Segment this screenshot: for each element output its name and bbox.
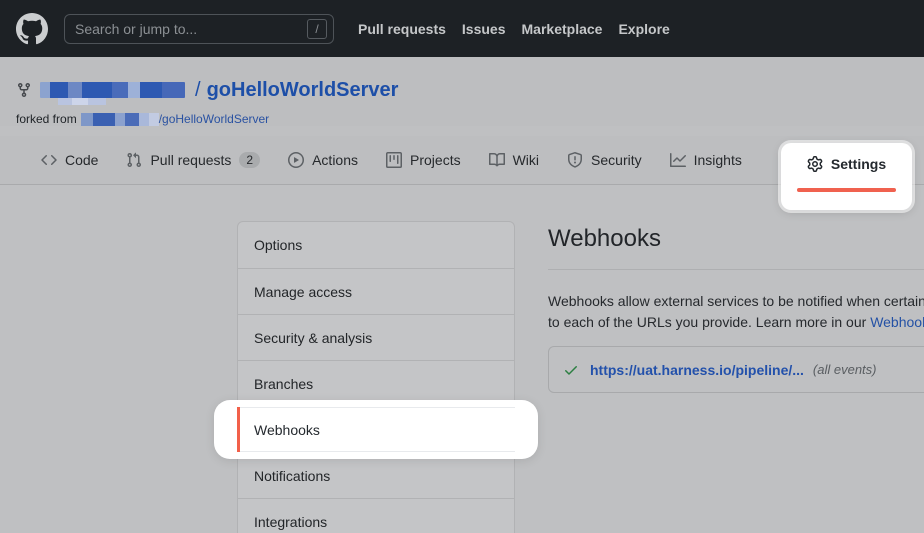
repo-forked-icon (16, 82, 32, 98)
gear-icon (807, 156, 823, 172)
repo-breadcrumb: / goHelloWorldServer (16, 77, 924, 103)
forked-from-label: forked from (16, 112, 77, 126)
page-title: Webhooks (548, 225, 924, 253)
pull-requests-count-badge: 2 (239, 152, 260, 168)
sidebar-item-webhooks[interactable]: Webhooks (238, 406, 514, 452)
forked-from-line: forked from /goHelloWorldServer (16, 112, 924, 126)
tab-label: Actions (312, 152, 358, 168)
tab-pull-requests[interactable]: Pull requests 2 (112, 136, 274, 184)
sidebar-item-label: Security & analysis (254, 330, 372, 346)
webhook-events-scope: (all events) (813, 362, 877, 377)
webhooks-panel: Webhooks Webhooks allow external service… (548, 196, 924, 393)
check-icon (563, 362, 579, 378)
tab-projects[interactable]: Projects (372, 136, 475, 184)
sidebar-item-label: Branches (254, 376, 313, 392)
project-icon (386, 152, 402, 168)
sidebar-item-label: Webhooks (254, 422, 320, 438)
webhook-url-link[interactable]: https://uat.harness.io/pipeline/... (590, 362, 804, 378)
nav-issues[interactable]: Issues (454, 21, 514, 37)
tab-label: Settings (831, 156, 886, 172)
book-icon (489, 152, 505, 168)
webhooks-guide-link[interactable]: Webhooks Guide (870, 314, 924, 330)
tab-security[interactable]: Security (553, 136, 656, 184)
tab-label: Insights (694, 152, 742, 168)
pull-request-icon (126, 152, 142, 168)
selected-item-marker (237, 407, 240, 452)
sidebar-item-options[interactable]: Options (238, 222, 514, 268)
repo-name-link[interactable]: goHelloWorldServer (207, 79, 399, 102)
webhooks-description: Webhooks allow external services to be n… (548, 291, 924, 333)
redacted-parent-owner (81, 113, 159, 126)
header-nav: Pull requests Issues Marketplace Explore (350, 21, 678, 37)
tab-label: Projects (410, 152, 461, 168)
slash-shortcut-key: / (307, 19, 327, 39)
tab-wiki[interactable]: Wiki (475, 136, 553, 184)
parent-repo-link[interactable]: /goHelloWorldServer (159, 112, 270, 126)
selected-tab-underline (797, 188, 896, 192)
tab-label: Pull requests (150, 152, 231, 168)
play-icon (288, 152, 304, 168)
global-search[interactable]: / (64, 14, 334, 44)
nav-pull-requests[interactable]: Pull requests (350, 21, 454, 37)
tab-label: Security (591, 152, 642, 168)
sidebar-item-label: Options (254, 237, 302, 253)
settings-sidebar: Options Manage access Security & analysi… (237, 221, 515, 533)
github-logo-icon[interactable] (16, 13, 48, 45)
sidebar-item-manage-access[interactable]: Manage access (238, 268, 514, 314)
redacted-owner-name[interactable] (40, 82, 185, 98)
breadcrumb-separator: / (195, 79, 201, 102)
tab-settings[interactable]: Settings (781, 143, 912, 210)
sidebar-item-label: Notifications (254, 468, 330, 484)
search-input[interactable] (75, 21, 275, 37)
sidebar-item-label: Manage access (254, 284, 352, 300)
tab-label: Code (65, 152, 98, 168)
tab-label: Wiki (513, 152, 539, 168)
title-divider (548, 269, 924, 270)
webhook-list-item: https://uat.harness.io/pipeline/... (all… (548, 346, 924, 393)
shield-icon (567, 152, 583, 168)
github-settings-page: / Pull requests Issues Marketplace Explo… (0, 0, 924, 533)
description-line-2: to each of the URLs you provide. Learn m… (548, 312, 924, 333)
tab-code[interactable]: Code (27, 136, 112, 184)
graph-icon (670, 152, 686, 168)
sidebar-item-label: Integrations (254, 514, 327, 530)
sidebar-item-security-analysis[interactable]: Security & analysis (238, 314, 514, 360)
tab-insights[interactable]: Insights (656, 136, 756, 184)
description-line-1: Webhooks allow external services to be n… (548, 291, 924, 312)
nav-explore[interactable]: Explore (610, 21, 677, 37)
tab-actions[interactable]: Actions (274, 136, 372, 184)
sidebar-item-integrations[interactable]: Integrations (238, 498, 514, 533)
code-icon (41, 152, 57, 168)
repo-header: / goHelloWorldServer forked from /goHell… (0, 57, 924, 126)
global-header: / Pull requests Issues Marketplace Explo… (0, 0, 924, 57)
nav-marketplace[interactable]: Marketplace (514, 21, 611, 37)
